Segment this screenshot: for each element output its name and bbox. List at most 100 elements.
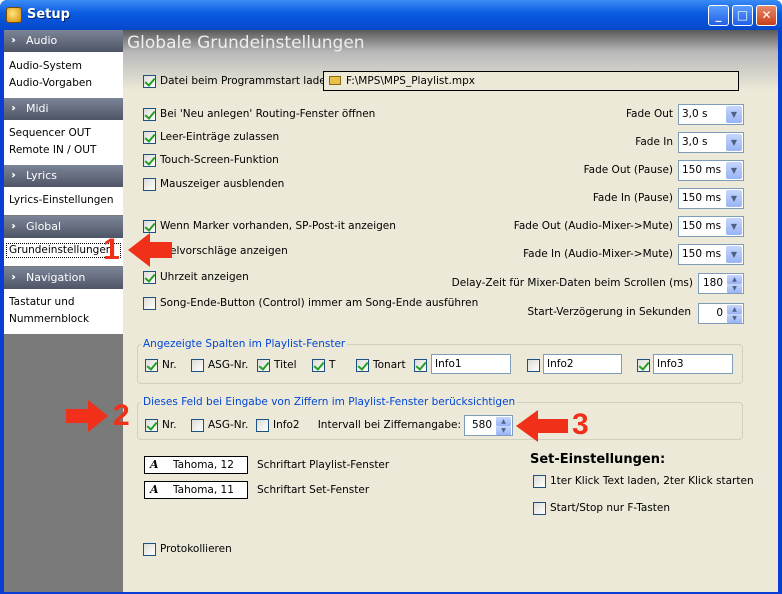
maximize-button[interactable]: □ [732, 5, 753, 26]
option-label: Protokollieren [160, 543, 232, 555]
sidebar-item-nummernblock[interactable]: Nummernblock [4, 311, 123, 328]
sidebar-section-audio[interactable]: ›› Audio [4, 30, 123, 52]
checkbox[interactable] [143, 542, 156, 556]
start-delay-spinner[interactable]: 0 ▲ ▼ [698, 303, 744, 324]
app-icon [6, 7, 22, 23]
checkbox[interactable] [356, 358, 369, 372]
marker-1: 1 [103, 233, 120, 266]
fade-out-pause-select[interactable]: 150 ms ▼ [678, 160, 744, 181]
checkbox[interactable] [143, 296, 156, 310]
option-touch[interactable]: Touch-Screen-Funktion [143, 151, 279, 169]
chevron-down-icon[interactable]: ▼ [726, 134, 742, 151]
checkbox[interactable] [527, 358, 540, 372]
option-uhrzeit[interactable]: Uhrzeit anzeigen [143, 268, 249, 286]
sidebar-item-sequencer-out[interactable]: Sequencer OUT [4, 125, 123, 142]
file-load-option[interactable]: Datei beim Programmstart laden: [143, 72, 336, 90]
column-info3[interactable] [637, 356, 654, 374]
sidebar-section-midi[interactable]: ›› Midi [4, 98, 123, 120]
checkbox[interactable] [143, 219, 156, 233]
spin-down-icon[interactable]: ▼ [727, 284, 742, 293]
checkbox[interactable] [414, 358, 427, 372]
fade-in-pause-select[interactable]: 150 ms ▼ [678, 188, 744, 209]
checkbox[interactable] [143, 177, 156, 191]
checkbox[interactable] [143, 270, 156, 284]
option-protokollieren[interactable]: Protokollieren [143, 540, 232, 558]
info3-input[interactable]: Info3 [653, 354, 733, 374]
fade-out-select[interactable]: 3,0 s ▼ [678, 104, 744, 125]
checkbox[interactable] [143, 130, 156, 144]
sidebar-item-audio-system[interactable]: Audio-System [4, 58, 123, 75]
minimize-button[interactable]: _ [708, 5, 729, 26]
column-nr[interactable]: Nr. [145, 356, 177, 374]
checkbox[interactable] [143, 153, 156, 167]
chevron-down-icon[interactable]: ▼ [726, 246, 742, 263]
column-tonart[interactable]: Tonart [356, 356, 406, 374]
checkbox[interactable] [143, 244, 156, 258]
digits-asg-nr[interactable]: ASG-Nr. [191, 416, 248, 434]
column-titel[interactable]: Titel [257, 356, 297, 374]
info2-input[interactable]: Info2 [543, 354, 622, 374]
close-button[interactable]: ✕ [756, 5, 777, 26]
checkbox[interactable] [145, 358, 158, 372]
column-t[interactable]: T [312, 356, 335, 374]
checkbox[interactable] [533, 501, 546, 515]
column-asg-nr[interactable]: ASG-Nr. [191, 356, 248, 374]
file-path-field[interactable]: F:\MPS\MPS_Playlist.mpx [323, 71, 739, 91]
checkbox[interactable] [143, 74, 156, 88]
sidebar-section-lyrics[interactable]: ›› Lyrics [4, 165, 123, 187]
set-font-button[interactable]: A Tahoma, 11 [144, 481, 248, 499]
checkbox[interactable] [145, 418, 158, 432]
column-info1[interactable] [414, 356, 431, 374]
playlist-font-button[interactable]: A Tahoma, 12 [144, 456, 248, 474]
option-vorschlaege[interactable]: elvorschläge anzeigen [143, 242, 288, 260]
option-label: Start/Stop nur F-Tasten [550, 502, 671, 514]
spin-up-icon[interactable]: ▲ [496, 417, 511, 426]
option-label: ASG-Nr. [208, 419, 249, 431]
set-option-ftasten[interactable]: Start/Stop nur F-Tasten [533, 499, 670, 517]
spin-up-icon[interactable]: ▲ [727, 305, 742, 314]
checkbox[interactable] [191, 358, 204, 372]
checkbox[interactable] [637, 358, 650, 372]
fade-out-mute-select[interactable]: 150 ms ▼ [678, 216, 744, 237]
checkbox[interactable] [191, 418, 204, 432]
option-song-ende[interactable]: Song-Ende-Button (Control) immer am Song… [143, 294, 478, 312]
section-label: Midi [26, 102, 49, 115]
checkbox[interactable] [533, 474, 546, 488]
sidebar-item-audio-vorgaben[interactable]: Audio-Vorgaben [4, 75, 123, 92]
info1-input[interactable]: Info1 [431, 354, 511, 374]
checkbox[interactable] [312, 358, 325, 372]
checkbox[interactable] [257, 358, 270, 372]
checkbox[interactable] [256, 418, 269, 432]
checkbox[interactable] [143, 107, 156, 121]
fade-value: 3,0 s [682, 108, 708, 120]
digits-group-title: Dieses Feld bei Eingabe von Ziffern im P… [141, 396, 518, 408]
set-option-klick[interactable]: 1ter Klick Text laden, 2ter Klick starte… [533, 472, 754, 490]
chevron-down-icon[interactable]: ▼ [726, 162, 742, 179]
option-marker[interactable]: Wenn Marker vorhanden, SP-Post-it anzeig… [143, 217, 396, 235]
chevron-icon: ›› [11, 221, 16, 232]
folder-icon [329, 76, 341, 85]
title-bar[interactable]: Setup _ □ ✕ [0, 0, 782, 30]
interval-spinner[interactable]: 580 ▲ ▼ [464, 415, 513, 436]
chevron-down-icon[interactable]: ▼ [726, 190, 742, 207]
option-label: Leer-Einträge zulassen [160, 131, 280, 143]
option-mauszeiger[interactable]: Mauszeiger ausblenden [143, 175, 284, 193]
digits-info2[interactable]: Info2 [256, 416, 300, 434]
spin-down-icon[interactable]: ▼ [496, 426, 511, 435]
spin-up-icon[interactable]: ▲ [727, 275, 742, 284]
file-path-text: F:\MPS\MPS_Playlist.mpx [346, 75, 475, 87]
column-info2[interactable] [527, 356, 544, 374]
option-leer[interactable]: Leer-Einträge zulassen [143, 128, 279, 146]
delay-spinner[interactable]: 180 ▲ ▼ [698, 273, 744, 294]
chevron-down-icon[interactable]: ▼ [726, 218, 742, 235]
sidebar-item-tastatur[interactable]: Tastatur und [4, 294, 123, 311]
fade-in-select[interactable]: 3,0 s ▼ [678, 132, 744, 153]
fade-in-mute-select[interactable]: 150 ms ▼ [678, 244, 744, 265]
digits-nr[interactable]: Nr. [145, 416, 177, 434]
option-routing[interactable]: Bei 'Neu anlegen' Routing-Fenster öffnen [143, 105, 375, 123]
spin-down-icon[interactable]: ▼ [727, 314, 742, 323]
sidebar-section-navigation[interactable]: ›› Navigation [4, 267, 123, 289]
sidebar-item-lyrics-einstellungen[interactable]: Lyrics-Einstellungen [4, 192, 123, 209]
sidebar-item-remote-in-out[interactable]: Remote IN / OUT [4, 142, 123, 159]
chevron-down-icon[interactable]: ▼ [726, 106, 742, 123]
